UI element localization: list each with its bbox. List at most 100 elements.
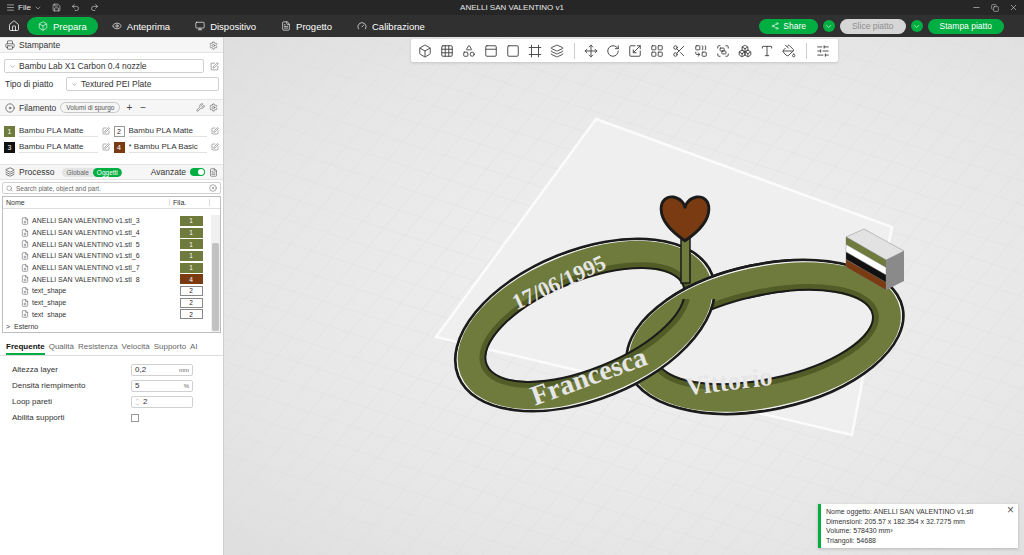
save-icon[interactable] (52, 3, 61, 12)
filament-item[interactable]: 1Bambu PLA Matte (4, 124, 110, 138)
action-menu-button[interactable] (911, 20, 923, 32)
tool-button[interactable] (758, 41, 777, 60)
tool-button[interactable] (504, 41, 523, 60)
printer-select[interactable]: Bambu Lab X1 Carbon 0.4 nozzle (4, 59, 204, 73)
main-tab[interactable]: Dispositivo (184, 17, 267, 35)
spin-down-icon[interactable] (135, 402, 140, 407)
group-row[interactable]: >Esterno (3, 320, 211, 332)
minimize-icon[interactable] (972, 3, 981, 12)
edit-icon[interactable] (102, 143, 110, 151)
filament-badge[interactable]: 2 (180, 286, 203, 296)
gear-icon[interactable] (209, 103, 218, 112)
main-tab[interactable]: Progetto (270, 17, 343, 35)
plate-type-select[interactable]: Textured PEI Plate (66, 77, 219, 91)
table-row[interactable]: ANELLI SAN VALENTINO v1.stl_84 (3, 273, 211, 285)
gear-icon[interactable] (209, 41, 218, 50)
table-row[interactable]: text_shape2 (3, 297, 211, 309)
search-input[interactable] (16, 183, 206, 193)
main-tab[interactable]: Prepara (27, 17, 98, 35)
support-paint-icon (716, 44, 730, 58)
tool-button[interactable] (482, 41, 501, 60)
edit-icon[interactable] (211, 143, 219, 151)
setting-spinner[interactable]: 2 (131, 396, 193, 408)
tool-button[interactable] (626, 41, 645, 60)
action-button[interactable]: Share (759, 19, 818, 34)
scope-option[interactable]: Globale (62, 168, 92, 177)
filament-item[interactable]: 4* Bambu PLA Basic (114, 140, 220, 154)
table-row[interactable]: ANELLI SAN VALENTINO v1.stl_61 (3, 250, 211, 262)
filament-badge[interactable]: 2 (180, 309, 203, 319)
settings-tab[interactable]: Qualità (49, 342, 74, 355)
tool-button[interactable] (582, 41, 601, 60)
tool-button[interactable] (714, 41, 733, 60)
clear-icon[interactable] (209, 184, 217, 192)
info-close-button[interactable]: × (1007, 506, 1014, 516)
edit-icon[interactable] (210, 62, 219, 71)
tool-button[interactable] (460, 41, 479, 60)
settings-tab[interactable]: Resistenza (78, 342, 118, 355)
filament-badge[interactable]: 1 (180, 263, 203, 273)
tool-button[interactable] (736, 41, 755, 60)
right-ring[interactable] (619, 237, 789, 299)
scrollbar[interactable] (211, 215, 220, 332)
spin-up-icon[interactable] (135, 397, 140, 402)
compare-icon[interactable] (209, 168, 218, 177)
table-row[interactable]: text_shape2 (3, 309, 211, 321)
tool-button[interactable] (526, 41, 545, 60)
filament-badge[interactable]: 1 (180, 228, 203, 238)
3d-viewport[interactable]: 17/06/1995FrancescaVittorio (224, 37, 1024, 555)
edit-icon[interactable] (211, 127, 219, 135)
add-filament-button[interactable]: + (124, 102, 134, 113)
filament-badge[interactable]: 4 (180, 274, 203, 284)
scope-toggle[interactable]: GlobaleOggetti (62, 168, 121, 177)
settings-tab[interactable]: Al (190, 342, 197, 355)
settings-tab[interactable]: Supporto (154, 342, 186, 355)
tool-button[interactable] (692, 41, 711, 60)
wipe-tower[interactable] (846, 229, 904, 290)
advanced-switch[interactable] (190, 168, 205, 176)
table-row[interactable]: ANELLI SAN VALENTINO v1.stl_51 (3, 238, 211, 250)
main-tab[interactable]: Anteprima (101, 17, 181, 35)
purge-volumes-button[interactable]: Volumi di spurgo (60, 102, 120, 113)
edit-icon[interactable] (102, 127, 110, 135)
plate-icon (506, 44, 520, 58)
action-menu-button[interactable] (823, 20, 835, 32)
table-row[interactable]: ANELLI SAN VALENTINO v1.stl_31 (3, 215, 211, 227)
filament-badge[interactable]: 1 (180, 239, 203, 249)
restore-icon[interactable] (991, 4, 999, 12)
tool-button[interactable] (648, 41, 667, 60)
settings-tab[interactable]: Frequente (6, 342, 45, 355)
tool-button[interactable] (780, 41, 799, 60)
table-row[interactable]: ANELLI SAN VALENTINO v1.stl_71 (3, 262, 211, 274)
tool-button[interactable] (416, 41, 435, 60)
left-ring[interactable] (431, 205, 740, 445)
file-menu[interactable]: File (6, 3, 42, 12)
filament-badge[interactable]: 2 (180, 298, 203, 308)
sync-icon[interactable] (196, 103, 205, 112)
close-icon[interactable] (1009, 3, 1018, 12)
settings-tab[interactable]: Velocità (122, 342, 150, 355)
setting-checkbox[interactable] (131, 414, 139, 422)
tool-button[interactable] (814, 41, 833, 60)
filament-item[interactable]: 3Bambu PLA Matte (4, 140, 110, 154)
tool-button[interactable] (604, 41, 623, 60)
tool-button[interactable] (548, 41, 567, 60)
redo-icon[interactable] (90, 3, 99, 12)
heart[interactable] (661, 197, 709, 241)
tool-button[interactable] (438, 41, 457, 60)
scope-option[interactable]: Oggetti (93, 168, 122, 177)
rotate-icon (606, 44, 620, 58)
filament-badge[interactable]: 1 (180, 216, 203, 226)
table-row[interactable]: ANELLI SAN VALENTINO v1.stl_41 (3, 227, 211, 239)
table-row[interactable]: text_shape2 (3, 285, 211, 297)
filament-item[interactable]: 2Bambu PLA Matte (114, 124, 220, 138)
tool-button[interactable] (670, 41, 689, 60)
filament-badge[interactable]: 1 (180, 251, 203, 261)
action-button[interactable]: Stampa piatto (928, 19, 1004, 34)
main-tab[interactable]: Calibrazione (346, 17, 436, 35)
setting-field[interactable]: 0,2mm (131, 364, 193, 376)
undo-icon[interactable] (71, 3, 80, 12)
remove-filament-button[interactable]: − (138, 102, 148, 113)
home-button[interactable] (4, 20, 24, 32)
setting-field[interactable]: 5% (131, 380, 193, 392)
